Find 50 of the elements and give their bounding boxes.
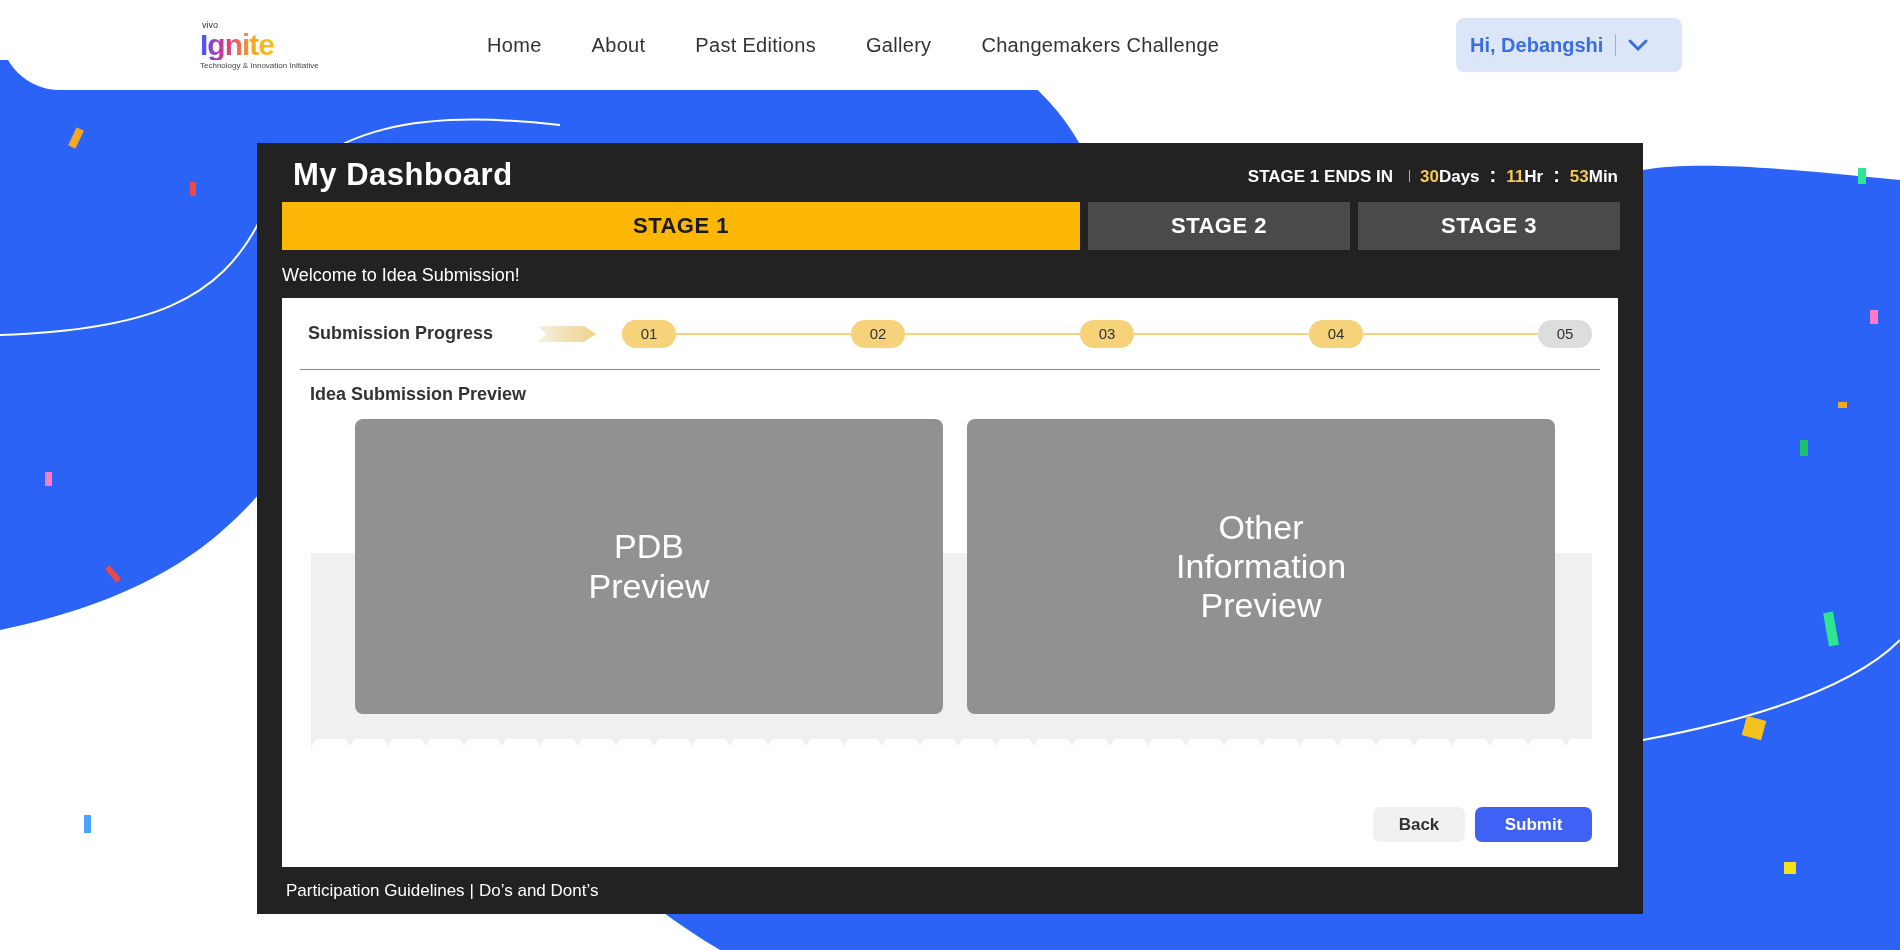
progress-step: 05 bbox=[1538, 319, 1592, 348]
link-separator: | bbox=[469, 880, 475, 901]
nav-link[interactable]: About bbox=[591, 33, 646, 57]
confetti-piece bbox=[45, 472, 52, 486]
progress-step: 01 bbox=[622, 319, 676, 348]
confetti-piece bbox=[1784, 862, 1796, 874]
logo[interactable]: vivo Ignite Technology & Innovation Initiative bbox=[200, 20, 322, 70]
countdown-unit: Days bbox=[1438, 167, 1480, 187]
progress-step: 02 bbox=[851, 319, 905, 348]
countdown-separator: : bbox=[1553, 164, 1560, 187]
submit-button[interactable]: Submit bbox=[1475, 807, 1592, 842]
arrow-icon bbox=[538, 325, 596, 342]
dashboard-title: My Dashboard bbox=[293, 155, 513, 193]
countdown-value: 30 bbox=[1420, 167, 1439, 187]
confetti-piece bbox=[1858, 168, 1866, 184]
back-button[interactable]: Back bbox=[1373, 807, 1465, 842]
welcome-text: Welcome to Idea Submission! bbox=[282, 264, 520, 286]
countdown-value: 53 bbox=[1569, 167, 1589, 187]
countdown-unit: Hr bbox=[1524, 167, 1544, 187]
footer-link[interactable]: Participation Guidelines bbox=[286, 880, 465, 901]
stage-tab[interactable]: STAGE 2 bbox=[1088, 202, 1350, 250]
nav-link[interactable]: Changemakers Challenge bbox=[981, 33, 1220, 57]
stage-tab[interactable]: STAGE 1 bbox=[282, 202, 1080, 250]
confetti-piece bbox=[84, 815, 91, 833]
countdown-unit: Min bbox=[1588, 167, 1618, 187]
countdown-value: 11 bbox=[1506, 167, 1525, 187]
confetti-piece bbox=[1823, 611, 1839, 647]
nav-link[interactable]: Past Editions bbox=[695, 33, 816, 57]
logo-tagline: Technology & Innovation Initiative bbox=[200, 61, 319, 70]
stage-tab[interactable]: STAGE 3 bbox=[1358, 202, 1620, 250]
preview-label: PDB Preview bbox=[587, 527, 711, 606]
nav-link[interactable]: Gallery bbox=[865, 33, 932, 57]
progress-label: Submission Progress bbox=[308, 323, 495, 344]
confetti-piece bbox=[1741, 715, 1767, 741]
user-greeting: Hi, Debangshi bbox=[1470, 33, 1604, 57]
confetti-piece bbox=[1870, 310, 1878, 324]
progress-step: 03 bbox=[1080, 319, 1134, 348]
countdown-label: STAGE 1 ENDS IN bbox=[1247, 167, 1393, 187]
confetti-piece bbox=[190, 182, 196, 196]
footer-link[interactable]: Do’s and Dont’s bbox=[479, 880, 599, 901]
user-menu[interactable]: Hi, Debangshi bbox=[1456, 18, 1682, 72]
preview-heading: Idea Submission Preview bbox=[310, 384, 528, 405]
confetti-piece bbox=[1838, 402, 1847, 408]
chevron-down-icon bbox=[1628, 39, 1649, 51]
confetti-piece bbox=[1800, 440, 1808, 456]
countdown-separator: : bbox=[1489, 164, 1497, 187]
nav-link[interactable]: Home bbox=[487, 33, 542, 57]
logo-brand: vivo bbox=[202, 20, 218, 30]
preview-label: Other Information Preview bbox=[1174, 507, 1348, 626]
progress-step: 04 bbox=[1309, 319, 1363, 348]
